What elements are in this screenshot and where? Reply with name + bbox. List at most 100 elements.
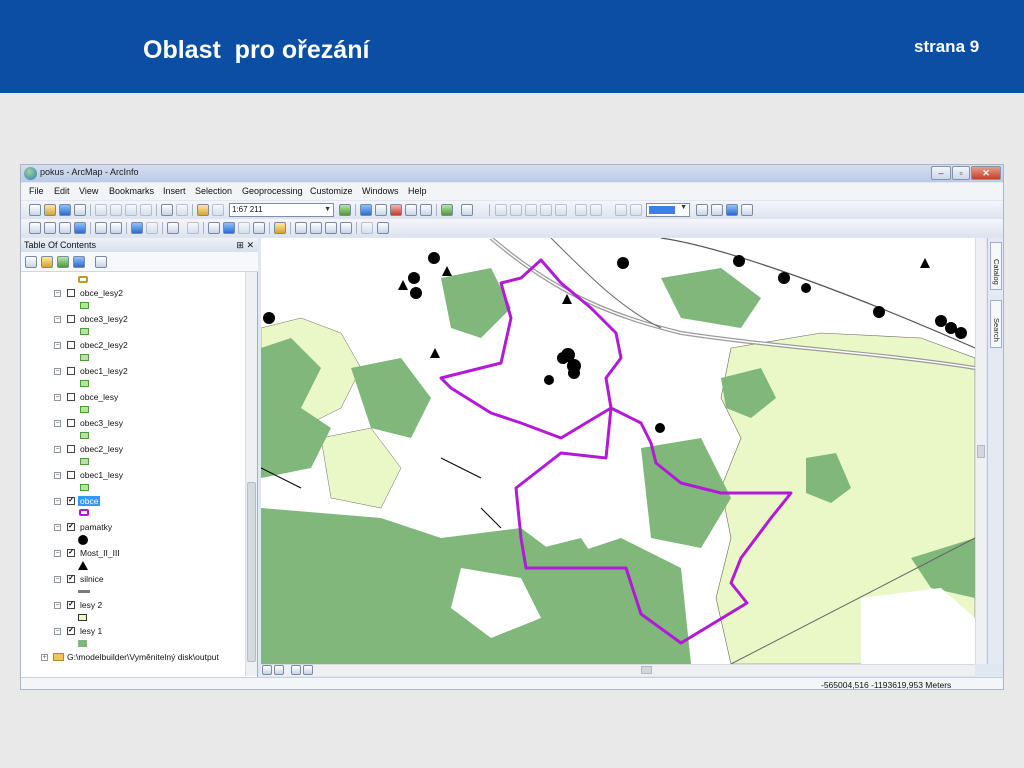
toc-layer-item[interactable]: − obec1_lesy	[21, 470, 245, 496]
menu-help[interactable]: Help	[408, 186, 427, 196]
toc-layer-item[interactable]: − ✓ pamatky	[21, 522, 245, 548]
layer-checkbox[interactable]	[67, 445, 75, 453]
toc-scrollbar-thumb[interactable]	[247, 482, 256, 662]
toc-layer-item[interactable]: − obec2_lesy	[21, 444, 245, 470]
layer-checkbox[interactable]: ✓	[67, 575, 75, 583]
minimize-button[interactable]: –	[931, 166, 951, 180]
find-route-icon[interactable]	[310, 222, 322, 234]
editor-toolbar-icon[interactable]	[339, 204, 351, 216]
create-viewer-icon[interactable]	[377, 222, 389, 234]
full-extent-globe-icon[interactable]	[74, 222, 86, 234]
arctoolbox-icon[interactable]	[390, 204, 402, 216]
contrast-icon[interactable]	[555, 204, 567, 216]
table-of-contents-icon[interactable]	[360, 204, 372, 216]
toc-scrollbar[interactable]	[245, 272, 257, 676]
toc-layer-item[interactable]: − ✓ lesy 1	[21, 626, 245, 652]
whats-this-help-icon[interactable]	[461, 204, 473, 216]
viewer-window-icon[interactable]	[361, 222, 373, 234]
clear-selection-icon[interactable]	[187, 222, 199, 234]
fixed-zoom-in-icon[interactable]	[95, 222, 107, 234]
find-binoculars-icon[interactable]	[295, 222, 307, 234]
python-window-icon[interactable]	[405, 204, 417, 216]
collapse-icon[interactable]: −	[54, 628, 61, 635]
effects-toolbar-icon[interactable]	[495, 204, 507, 216]
collapse-icon[interactable]: −	[54, 316, 61, 323]
menu-geoprocessing[interactable]: Geoprocessing	[242, 186, 303, 196]
layer-name[interactable]: pamatky	[80, 522, 112, 532]
cut-icon[interactable]	[95, 204, 107, 216]
layer-checkbox[interactable]	[67, 471, 75, 479]
toc-layer-item[interactable]: − ✓ lesy 2	[21, 600, 245, 626]
map-horizontal-scroll-thumb[interactable]	[641, 666, 652, 674]
layer-name[interactable]: obec1_lesy	[80, 470, 123, 480]
go-to-xy-icon[interactable]	[325, 222, 337, 234]
menu-edit[interactable]: Edit	[54, 186, 70, 196]
html-popup-icon[interactable]	[253, 222, 265, 234]
paste-icon[interactable]	[125, 204, 137, 216]
select-features-icon[interactable]	[167, 222, 179, 234]
menu-customize[interactable]: Customize	[310, 186, 353, 196]
menu-file[interactable]: File	[29, 186, 44, 196]
catalog-tab[interactable]: Catalog	[990, 242, 1002, 290]
search-tab[interactable]: Search	[990, 300, 1002, 348]
toc-layer-item[interactable]: − ✓ silnice	[21, 574, 245, 600]
add-data-dropdown-icon[interactable]	[212, 204, 224, 216]
menu-insert[interactable]: Insert	[163, 186, 186, 196]
back-extent-icon[interactable]	[131, 222, 143, 234]
folder-path[interactable]: G:\modelbuilder\Vyměnitelný disk\output	[67, 652, 219, 662]
identify-icon[interactable]	[223, 222, 235, 234]
georeference-icon[interactable]	[575, 204, 587, 216]
layout-grid-icon[interactable]	[590, 204, 602, 216]
layer-checkbox[interactable]: ✓	[67, 549, 75, 557]
layer-name-selected[interactable]: obce	[78, 496, 101, 506]
map-vertical-scroll-thumb[interactable]	[977, 445, 985, 458]
toc-layer-item[interactable]: − ✓ obce	[21, 496, 245, 522]
collapse-icon[interactable]: −	[54, 342, 61, 349]
layout-view-toggle-icon[interactable]	[262, 665, 272, 675]
collapse-icon[interactable]: −	[54, 472, 61, 479]
redo-icon[interactable]	[176, 204, 188, 216]
toc-layer-item[interactable]: − obec3_lesy	[21, 418, 245, 444]
toc-layer-item[interactable]: − obce3_lesy2	[21, 314, 245, 340]
layer-checkbox[interactable]: ✓	[67, 627, 75, 635]
refresh-view-icon[interactable]	[291, 665, 301, 675]
identify-results-icon[interactable]	[726, 204, 738, 216]
toc-layer-item[interactable]: − obce_lesy	[21, 392, 245, 418]
list-by-visibility-icon[interactable]	[57, 256, 69, 268]
layer-name[interactable]: obec1_lesy2	[80, 366, 128, 376]
geoprocessing-icon[interactable]	[441, 204, 453, 216]
toc-layer-item[interactable]: − obec1_lesy2	[21, 366, 245, 392]
collapse-icon[interactable]: −	[54, 290, 61, 297]
collapse-icon[interactable]: −	[54, 394, 61, 401]
toc-pin-close-icons[interactable]: ⊞ ✕	[236, 238, 254, 252]
layer-checkbox[interactable]: ✓	[67, 497, 75, 505]
layer-name[interactable]: obec3_lesy	[80, 418, 123, 428]
collapse-icon[interactable]: −	[54, 550, 61, 557]
collapse-icon[interactable]: −	[54, 602, 61, 609]
list-by-source-icon[interactable]	[41, 256, 53, 268]
layer-name[interactable]: Most_II_III	[80, 548, 120, 558]
data-view-toggle-icon[interactable]	[274, 665, 284, 675]
collapse-icon[interactable]: −	[54, 420, 61, 427]
zoom-out-icon[interactable]	[44, 222, 56, 234]
collapse-icon[interactable]: −	[54, 368, 61, 375]
list-by-drawing-order-icon[interactable]	[25, 256, 37, 268]
fill-color-picker[interactable]: ▼	[646, 203, 690, 217]
map-canvas[interactable]	[261, 238, 975, 664]
layer-checkbox[interactable]: ✓	[67, 601, 75, 609]
chevron-down-icon[interactable]: ▼	[324, 204, 331, 216]
catalog-window-icon[interactable]	[375, 204, 387, 216]
collapse-icon[interactable]: −	[54, 446, 61, 453]
layer-checkbox[interactable]: ✓	[67, 523, 75, 531]
delete-icon[interactable]	[140, 204, 152, 216]
collapse-icon[interactable]: −	[54, 524, 61, 531]
layer-name[interactable]: silnice	[80, 574, 104, 584]
layer-checkbox[interactable]	[67, 315, 75, 323]
measure-icon[interactable]	[741, 204, 753, 216]
chevron-down-icon[interactable]: ▼	[680, 204, 687, 211]
forward-extent-icon[interactable]	[146, 222, 158, 234]
map-vertical-scrollbar[interactable]	[975, 238, 986, 664]
layer-checkbox[interactable]	[67, 341, 75, 349]
flicker-tool-icon[interactable]	[525, 204, 537, 216]
layer-name[interactable]: lesy 2	[80, 600, 102, 610]
